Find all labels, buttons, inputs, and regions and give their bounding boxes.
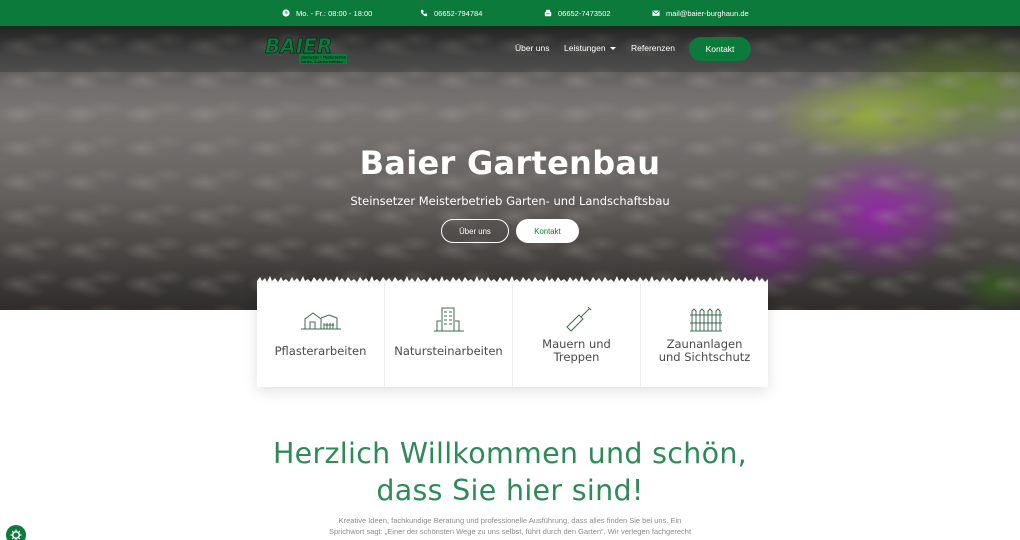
nav-references[interactable]: Referenzen — [631, 43, 675, 53]
nav-contact-button[interactable]: Kontakt — [689, 37, 751, 61]
hero-about-button[interactable]: Über uns — [441, 219, 509, 243]
intro-line-1: Kreative Ideen, fachkundige Beratung und… — [338, 516, 682, 525]
building-icon — [433, 307, 464, 332]
opening-hours-text: Mo. - Fr.: 08:00 - 18:00 — [296, 8, 373, 18]
mail-icon — [652, 10, 660, 16]
svg-text:Garten- & Landschaftsbau: Garten- & Landschaftsbau — [301, 60, 343, 64]
nav-about[interactable]: Über uns — [515, 43, 550, 53]
house-fence-icon — [300, 312, 341, 330]
hero-section: BAIER Steinsetzer • Meisterbetrieb Garte… — [0, 26, 1020, 310]
service-fences[interactable]: Zaunanlagen und Sichtschutz — [641, 283, 768, 387]
service-walls-stairs-label-2: Treppen — [553, 350, 600, 364]
phone-icon — [420, 9, 428, 17]
baier-logo[interactable]: BAIER Steinsetzer • Meisterbetrieb Garte… — [265, 35, 349, 65]
cookie-settings-button[interactable] — [6, 525, 26, 540]
nav-services-label: Leistungen — [564, 43, 606, 53]
service-fences-label-2: und Sichtschutz — [658, 350, 751, 364]
cookie-settings-icon — [10, 529, 22, 540]
intro-line-2: Sprichwort sagt: „Einer der schönsten We… — [328, 526, 692, 536]
clock-icon — [282, 9, 290, 17]
service-paving-label: Pflasterarbeiten — [274, 344, 367, 358]
phone-text: 06652-794784 — [434, 8, 483, 18]
email-text: mail@baier-burghaun.de — [666, 8, 749, 18]
opening-hours: Mo. - Fr.: 08:00 - 18:00 — [282, 0, 372, 26]
fax-icon — [544, 9, 552, 17]
service-natural-stone-label: Natursteinarbeiten — [394, 344, 503, 358]
hero-title: Baier Gartenbau — [359, 144, 661, 182]
nav-services[interactable]: Leistungen — [564, 43, 616, 53]
service-paving[interactable]: Pflasterarbeiten — [257, 283, 385, 387]
hero-subtitle: Steinsetzer Meisterbetrieb Garten- und L… — [350, 194, 670, 208]
email-link[interactable]: mail@baier-burghaun.de — [652, 0, 749, 26]
fence-icon — [689, 308, 722, 332]
fax-link[interactable]: 06652-7473502 — [544, 0, 611, 26]
top-contact-bar: Mo. - Fr.: 08:00 - 18:00 06652-794784 06… — [0, 0, 1020, 26]
service-walls-stairs[interactable]: Mauern und Treppen — [513, 283, 641, 387]
main-navigation-bar — [0, 26, 1020, 72]
chevron-down-icon — [609, 47, 616, 51]
service-natural-stone[interactable]: Natursteinarbeiten — [385, 283, 513, 387]
services-overview: Pflasterarbeiten Natursteinarbeiten Maue… — [257, 283, 768, 387]
welcome-heading-line-1: Herzlich Willkommen und schön, — [272, 437, 748, 470]
trowel-icon — [565, 306, 591, 332]
service-walls-stairs-label-1: Mauern und — [542, 337, 611, 351]
welcome-heading-line-2: dass Sie hier sind! — [376, 474, 644, 507]
hero-contact-button[interactable]: Kontakt — [516, 219, 579, 243]
phone-link[interactable]: 06652-794784 — [420, 0, 482, 26]
fax-text: 06652-7473502 — [558, 8, 611, 18]
service-fences-label-1: Zaunanlagen — [666, 337, 743, 351]
welcome-intro-text: Kreative Ideen, fachkundige Beratung und… — [300, 516, 720, 537]
